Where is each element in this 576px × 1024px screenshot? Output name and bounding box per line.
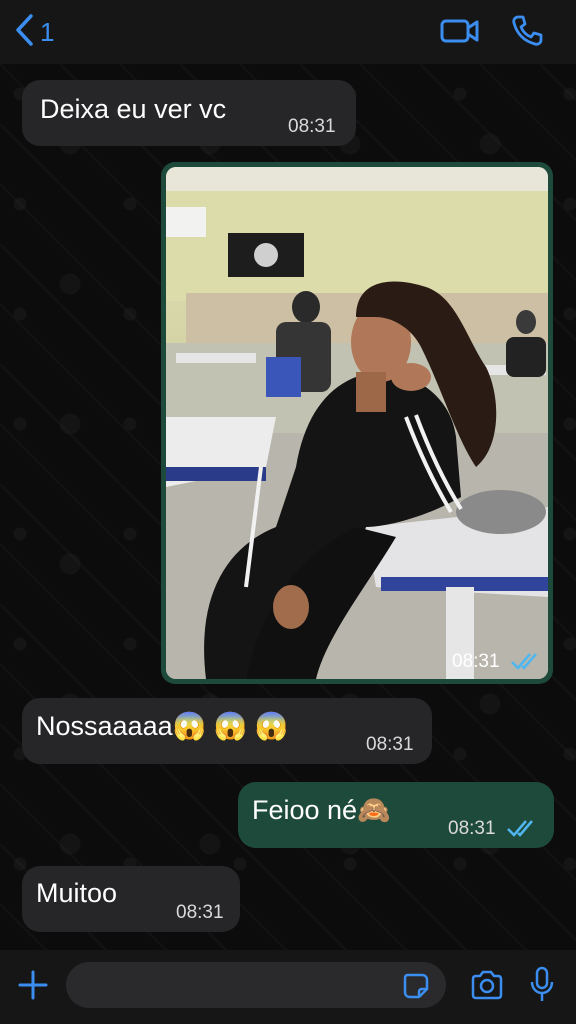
- read-receipt-icon: [510, 651, 544, 676]
- shared-photo[interactable]: 08:31: [166, 167, 548, 679]
- message-bubble-incoming[interactable]: Nossaaaaa😱 😱 😱 08:31: [22, 698, 432, 764]
- chevron-left-icon: [14, 13, 34, 52]
- message-bubble-photo[interactable]: 08:31: [161, 162, 553, 684]
- message-time: 08:31: [452, 651, 500, 672]
- message-bubble-incoming[interactable]: Deixa eu ver vc 08:31: [22, 80, 356, 146]
- unread-count: 1: [40, 16, 55, 47]
- microphone-button[interactable]: [528, 966, 556, 1004]
- message-text: Deixa eu ver vc: [40, 94, 227, 124]
- sticker-button[interactable]: [402, 972, 430, 1000]
- back-button[interactable]: 1: [14, 12, 74, 52]
- plus-icon: [16, 970, 50, 1006]
- read-receipt-icon: [506, 818, 540, 843]
- camera-button[interactable]: [470, 970, 504, 1000]
- message-time: 08:31: [366, 734, 414, 755]
- message-text: Nossaaaaa😱 😱 😱: [36, 711, 289, 741]
- message-composer: [0, 950, 576, 1024]
- message-bubble-outgoing[interactable]: Feioo né🙈 08:31: [238, 782, 554, 848]
- message-time: 08:31: [176, 902, 224, 923]
- attach-button[interactable]: [16, 968, 50, 1002]
- message-time: 08:31: [448, 818, 496, 839]
- message-text: Muitoo: [36, 878, 118, 908]
- message-text: Feioo né🙈: [252, 795, 391, 825]
- message-bubble-incoming[interactable]: Muitoo 08:31: [22, 866, 240, 932]
- voice-call-button[interactable]: [510, 14, 550, 50]
- video-camera-icon: [440, 19, 480, 52]
- sticker-icon: [402, 973, 430, 1004]
- message-time: 08:31: [288, 116, 336, 137]
- message-input[interactable]: [66, 962, 446, 1008]
- phone-icon: [510, 15, 544, 52]
- microphone-icon: [528, 966, 556, 1008]
- chat-header: 1: [0, 0, 576, 64]
- camera-icon: [470, 970, 504, 1004]
- video-call-button[interactable]: [440, 14, 484, 50]
